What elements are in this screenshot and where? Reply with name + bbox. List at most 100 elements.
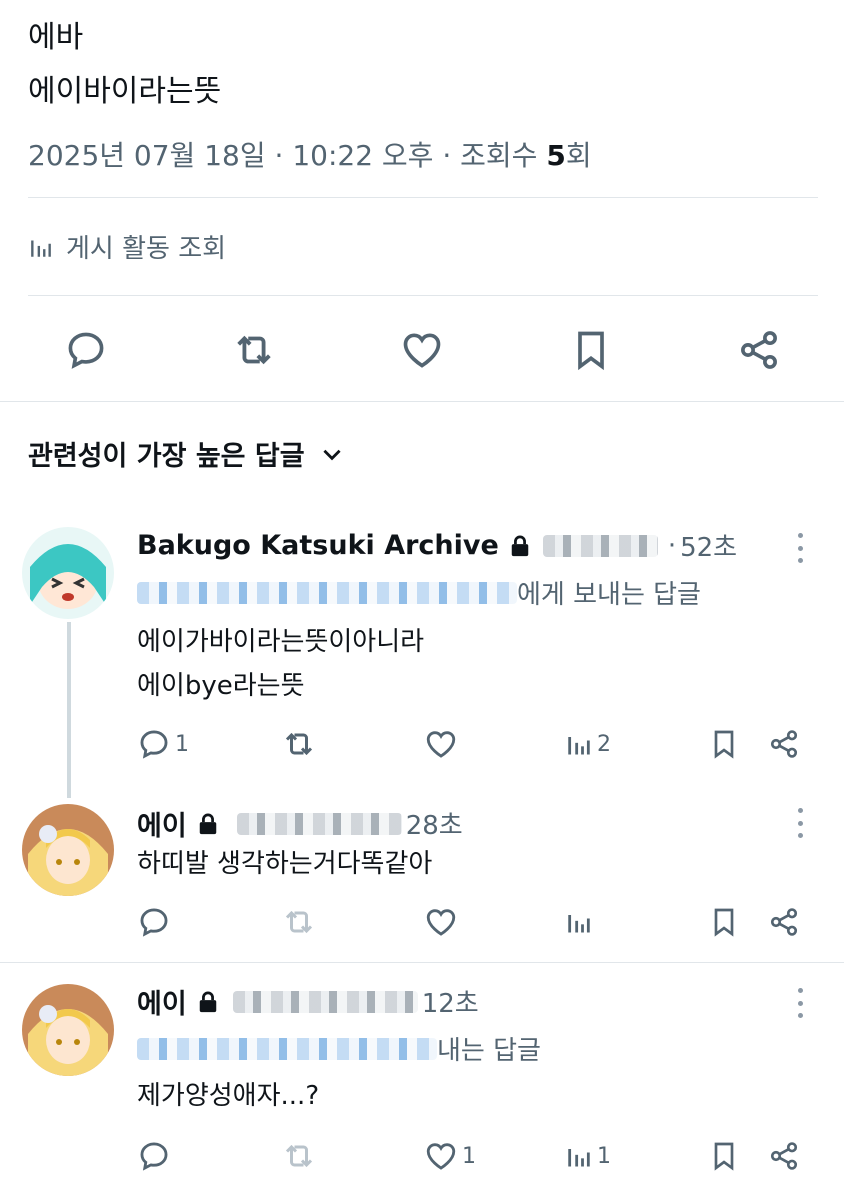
views-count: 5 (546, 139, 566, 172)
divider (0, 401, 844, 402)
bookmark-button[interactable] (563, 320, 619, 380)
repost-button[interactable] (226, 320, 282, 380)
reply-action-bar: 1 2 (0, 724, 844, 764)
avatar[interactable] (22, 527, 114, 619)
author-name[interactable]: 에이 (137, 982, 187, 1021)
like-button[interactable] (424, 724, 462, 764)
view-count: 1 (597, 1143, 611, 1169)
reply-sort-dropdown[interactable]: 관련성이 가장 높은 답글 (28, 434, 345, 473)
reply-text: 에이가바이라는뜻이아니라 (137, 627, 425, 657)
post-activity-link[interactable]: 게시 활동 조회 (28, 228, 226, 265)
analytics-icon (568, 737, 590, 755)
reply-button[interactable]: 1 (137, 724, 189, 764)
chevron-down-icon (323, 449, 341, 460)
reply-action-bar (0, 902, 844, 942)
author-name[interactable]: Bakugo Katsuki Archive (137, 530, 499, 561)
avatar[interactable] (22, 984, 114, 1076)
bookmark-icon (578, 331, 604, 371)
like-button[interactable]: 1 (424, 1136, 476, 1176)
reply-separator: · (667, 530, 677, 561)
repost-button[interactable] (281, 1136, 321, 1176)
divider (28, 197, 818, 198)
reply-icon (68, 332, 104, 369)
more-options-button[interactable] (795, 988, 805, 1018)
lock-icon (199, 813, 216, 834)
reply-icon (140, 908, 168, 937)
analytics-icon (568, 1149, 590, 1167)
reply-button[interactable] (137, 1136, 175, 1176)
reply-header: 에이 12초 (137, 982, 479, 1021)
share-button[interactable] (768, 1136, 800, 1176)
reply-to-handles-redacted[interactable] (137, 581, 517, 604)
author-handle-redacted[interactable] (232, 990, 418, 1013)
view-count: 2 (597, 731, 611, 757)
views-button[interactable] (565, 902, 597, 942)
views-button[interactable]: 1 (565, 1136, 611, 1176)
share-icon (770, 1142, 798, 1170)
share-button[interactable] (731, 320, 787, 380)
reply-to-label: 에게 보내는 답글 (517, 580, 701, 610)
reply-text: 하띠발 생각하는거다똑같아 (137, 849, 433, 879)
share-button[interactable] (768, 724, 800, 764)
more-options-button[interactable] (795, 533, 805, 563)
analytics-icon (31, 240, 51, 257)
divider (28, 295, 818, 296)
post-text-line-1: 에바 (28, 20, 84, 55)
like-button[interactable] (424, 902, 462, 942)
share-icon (770, 730, 798, 758)
bookmark-icon (714, 908, 734, 937)
like-icon (403, 333, 441, 368)
share-icon (741, 331, 777, 369)
activity-label: 게시 활동 조회 (66, 234, 227, 264)
bookmark-button[interactable] (708, 902, 740, 942)
post-action-bar (0, 320, 844, 380)
like-icon (426, 1143, 456, 1170)
reply-to-label: 내는 답글 (437, 1036, 541, 1066)
repost-icon (285, 910, 313, 934)
sort-label: 관련성이 가장 높은 답글 (28, 441, 305, 472)
avatar[interactable] (22, 804, 114, 896)
author-handle-redacted[interactable] (236, 812, 402, 835)
reply-to-line: 에게 보내는 답글 (137, 574, 701, 611)
post-time[interactable]: 10:22 오후 (292, 139, 433, 172)
repost-button[interactable] (281, 902, 321, 942)
divider (0, 962, 844, 963)
reply-time[interactable]: 28초 (406, 805, 463, 842)
views-suffix: 회 (565, 139, 592, 172)
lock-icon (199, 991, 216, 1012)
reply-text: 제가양성애자...? (137, 1081, 320, 1111)
reply-header: 에이 28초 (137, 804, 463, 843)
lock-icon (511, 535, 529, 556)
reply-header: Bakugo Katsuki Archive · 52초 (137, 527, 737, 564)
repost-icon (285, 732, 313, 756)
like-icon (426, 731, 456, 758)
reply-text: 에이bye라는뜻 (137, 671, 305, 701)
reply-time[interactable]: 12초 (422, 983, 479, 1020)
bookmark-icon (714, 730, 734, 759)
author-name[interactable]: 에이 (137, 804, 187, 843)
reply-button[interactable] (58, 320, 114, 380)
reply-to-line: 내는 답글 (137, 1030, 541, 1067)
more-options-button[interactable] (795, 808, 805, 838)
post-text-line-2: 에이바이라는뜻 (28, 74, 222, 109)
post-meta: 2025년 07월 18일 · 10:22 오후 · 조회수 5회 (28, 134, 592, 174)
share-button[interactable] (768, 902, 800, 942)
reply-button[interactable] (137, 902, 175, 942)
reply-time[interactable]: 52초 (680, 527, 737, 564)
thread-connector (67, 622, 71, 798)
bookmark-icon (714, 1142, 734, 1171)
repost-button[interactable] (281, 724, 321, 764)
like-button[interactable] (394, 320, 450, 380)
views-button[interactable]: 2 (565, 724, 611, 764)
like-count: 1 (462, 1143, 476, 1169)
post-date[interactable]: 2025년 07월 18일 (28, 139, 266, 172)
bookmark-button[interactable] (708, 1136, 740, 1176)
reply-icon (140, 730, 168, 759)
reply-count: 1 (175, 731, 189, 757)
repost-icon (237, 335, 271, 365)
bookmark-button[interactable] (708, 724, 740, 764)
like-icon (426, 909, 456, 936)
author-handle-redacted[interactable] (542, 534, 658, 557)
reply-to-handles-redacted[interactable] (137, 1037, 437, 1060)
repost-icon (285, 1144, 313, 1168)
